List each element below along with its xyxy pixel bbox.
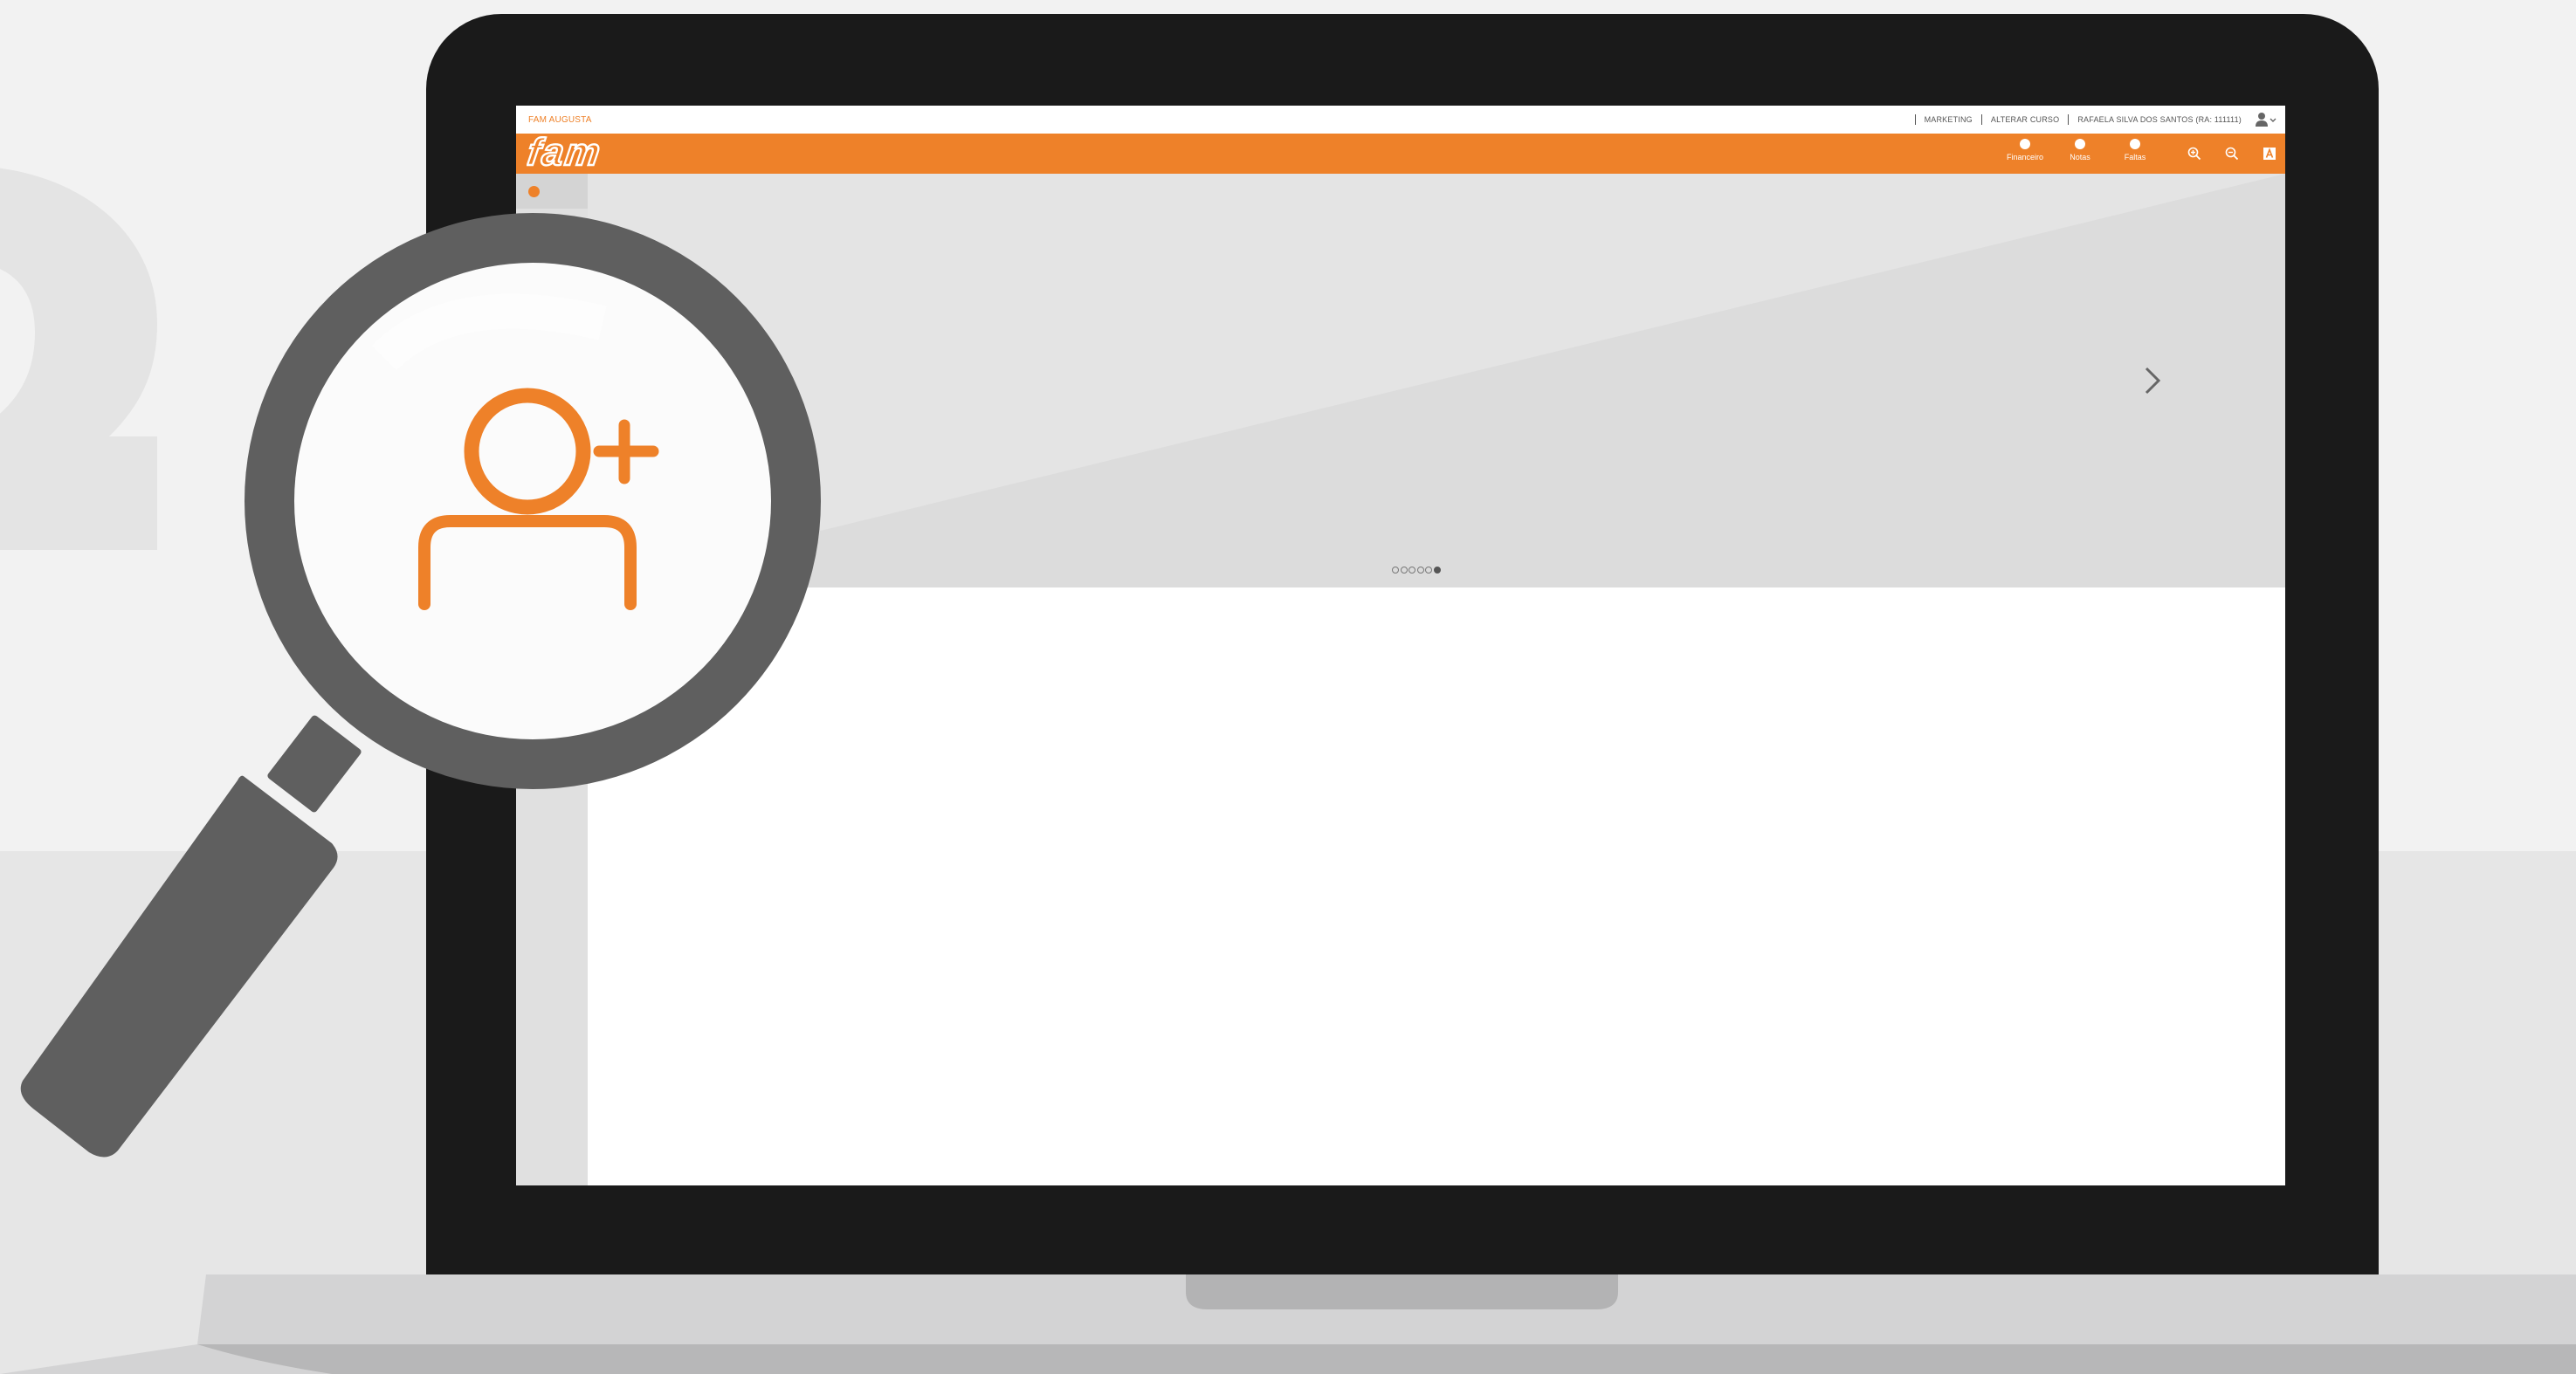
nav-faltas[interactable]: Faltas xyxy=(2107,139,2163,170)
notas-icon xyxy=(2075,139,2085,149)
carousel-dot[interactable] xyxy=(1409,567,1415,574)
banner-carousel xyxy=(588,174,2285,587)
sidebar-item-icon[interactable] xyxy=(528,186,540,197)
accessibility-icon[interactable] xyxy=(2262,146,2277,161)
nav-notas-label: Notas xyxy=(2070,153,2090,161)
carousel-dot[interactable] xyxy=(1400,567,1408,574)
carousel-dot[interactable] xyxy=(1392,567,1399,574)
carousel-next-arrow-icon[interactable] xyxy=(2139,363,2166,398)
user-avatar-icon[interactable] xyxy=(2256,112,2276,127)
fam-logo[interactable]: fam xyxy=(527,136,677,171)
change-course-link[interactable]: ALTERAR CURSO xyxy=(1980,114,2068,125)
top-utility-bar: FAM AUGUSTA MARKETING ALTERAR CURSO RAFA… xyxy=(516,106,2285,134)
nav-faltas-label: Faltas xyxy=(2124,153,2146,161)
top-links: MARKETING ALTERAR CURSO RAFAELA SILVA DO… xyxy=(1914,112,2276,127)
user-name-link[interactable]: RAFAELA SILVA DOS SANTOS (RA: 111111) xyxy=(2068,114,2250,125)
main-navbar: fam Financeiro Notas Faltas xyxy=(516,134,2285,174)
faltas-icon xyxy=(2130,139,2140,149)
svg-text:fam: fam xyxy=(527,136,604,171)
laptop-base xyxy=(0,1274,2576,1374)
carousel-pagination xyxy=(1392,567,1441,574)
nav-financeiro[interactable]: Financeiro xyxy=(1997,139,2053,170)
banner-slide-image xyxy=(588,174,2285,587)
zoom-out-icon[interactable] xyxy=(2224,146,2240,161)
carousel-dot[interactable] xyxy=(1416,567,1424,574)
marketing-link[interactable]: MARKETING xyxy=(1914,114,1981,125)
add-user-icon xyxy=(418,388,659,610)
carousel-dot[interactable] xyxy=(1425,567,1432,574)
financeiro-icon xyxy=(2020,139,2030,149)
nav-financeiro-label: Financeiro xyxy=(2006,153,2044,161)
zoom-in-icon[interactable] xyxy=(2187,146,2202,161)
magnifier-glass xyxy=(20,213,821,1158)
carousel-dot[interactable] xyxy=(1433,567,1441,574)
nav-notas[interactable]: Notas xyxy=(2052,139,2108,170)
magnifier-handle xyxy=(20,715,362,1158)
campus-link[interactable]: FAM AUGUSTA xyxy=(528,115,592,125)
